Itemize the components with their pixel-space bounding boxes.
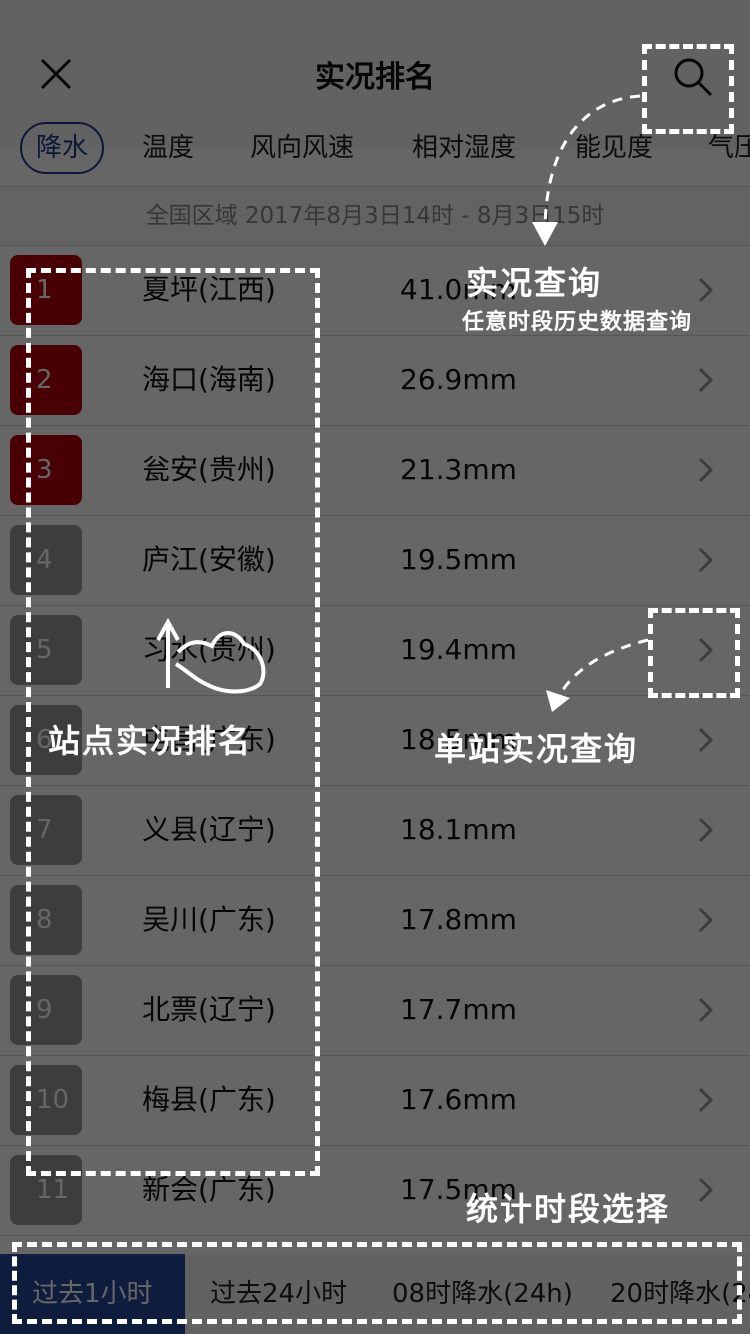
rank-badge: 10	[10, 1065, 82, 1135]
station-name: 海口(海南)	[142, 363, 276, 396]
rank-badge: 11	[10, 1155, 82, 1225]
table-row[interactable]: 1 夏坪(江西) 41.0mm	[0, 245, 750, 336]
time-range-label: 全国区域 2017年8月3日14时 - 8月3日15时	[0, 186, 750, 246]
precip-value: 19.4mm	[400, 633, 517, 666]
station-name: 习水(贵州)	[142, 633, 276, 666]
table-row[interactable]: 7 义县(辽宁) 18.1mm	[0, 785, 750, 876]
metric-tabs: 降水 温度 风向风速 相对湿度 能见度 气压	[0, 120, 750, 180]
station-name: 新会(广东)	[142, 1173, 276, 1206]
table-row[interactable]: 8 吴川(广东) 17.8mm	[0, 875, 750, 966]
table-row[interactable]: 9 北票(辽宁) 17.7mm	[0, 965, 750, 1056]
tab-temperature[interactable]: 温度	[142, 124, 194, 172]
precip-value: 26.9mm	[400, 363, 517, 396]
table-row[interactable]: 2 海口(海南) 26.9mm	[0, 335, 750, 426]
station-name: 庐江(安徽)	[142, 543, 276, 576]
precip-value: 41.0mm	[400, 273, 517, 306]
rank-badge: 2	[10, 345, 82, 415]
period-08h[interactable]: 08时降水(24h)	[392, 1254, 573, 1334]
search-icon[interactable]	[670, 54, 716, 100]
station-name: 义县(辽宁)	[142, 813, 276, 846]
rank-badge: 5	[10, 615, 82, 685]
station-name: 北票(辽宁)	[142, 993, 276, 1026]
rank-badge: 1	[10, 255, 82, 325]
precip-value: 17.6mm	[400, 1083, 517, 1116]
period-1h[interactable]: 过去1小时	[0, 1254, 185, 1334]
table-row[interactable]: 6 屯昌(广东) 18.5mm	[0, 695, 750, 786]
station-name: 夏坪(江西)	[142, 273, 276, 306]
tab-pressure[interactable]: 气压	[708, 124, 750, 172]
chevron-right-icon[interactable]	[696, 1085, 716, 1115]
rank-badge: 6	[10, 705, 82, 775]
chevron-right-icon[interactable]	[696, 275, 716, 305]
precip-value: 21.3mm	[400, 453, 517, 486]
table-row[interactable]: 3 瓮安(贵州) 21.3mm	[0, 425, 750, 516]
precip-value: 18.5mm	[400, 723, 517, 756]
period-20h[interactable]: 20时降水(24h)	[610, 1254, 750, 1334]
tab-humidity[interactable]: 相对湿度	[412, 124, 516, 172]
chevron-right-icon[interactable]	[696, 905, 716, 935]
precip-value: 17.5mm	[400, 1173, 517, 1206]
precip-value: 17.8mm	[400, 903, 517, 936]
rank-badge: 4	[10, 525, 82, 595]
precip-value: 18.1mm	[400, 813, 517, 846]
precip-value: 19.5mm	[400, 543, 517, 576]
chevron-right-icon[interactable]	[696, 725, 716, 755]
table-row[interactable]: 10 梅县(广东) 17.6mm	[0, 1055, 750, 1146]
chevron-right-icon[interactable]	[696, 365, 716, 395]
tab-wind[interactable]: 风向风速	[250, 124, 354, 172]
table-row[interactable]: 4 庐江(安徽) 19.5mm	[0, 515, 750, 606]
station-name: 吴川(广东)	[142, 903, 276, 936]
tab-visibility[interactable]: 能见度	[575, 124, 653, 172]
period-24h[interactable]: 过去24小时	[210, 1254, 347, 1334]
rank-badge: 8	[10, 885, 82, 955]
rank-badge: 9	[10, 975, 82, 1045]
page-title: 实况排名	[315, 60, 435, 95]
rank-badge: 7	[10, 795, 82, 865]
chevron-right-icon[interactable]	[696, 995, 716, 1025]
station-name: 瓮安(贵州)	[142, 453, 276, 486]
station-name: 屯昌(广东)	[142, 723, 276, 756]
table-row[interactable]: 5 习水(贵州) 19.4mm	[0, 605, 750, 696]
chevron-right-icon[interactable]	[696, 1175, 716, 1205]
precip-value: 17.7mm	[400, 993, 517, 1026]
station-name: 梅县(广东)	[142, 1083, 276, 1116]
header: 实况排名 降水 温度 风向风速 相对湿度 能见度 气压	[0, 0, 750, 174]
period-selector: 过去1小时 过去24小时 08时降水(24h) 20时降水(24h)	[0, 1254, 750, 1334]
table-row[interactable]: 11 新会(广东) 17.5mm	[0, 1145, 750, 1236]
chevron-right-icon[interactable]	[696, 455, 716, 485]
chevron-right-icon[interactable]	[696, 815, 716, 845]
chevron-right-icon[interactable]	[696, 635, 716, 665]
app-screen: 实况排名 降水 温度 风向风速 相对湿度 能见度 气压 全国区域 2017年8月…	[0, 0, 750, 1334]
chevron-right-icon[interactable]	[696, 545, 716, 575]
tab-precipitation[interactable]: 降水	[20, 122, 105, 174]
rank-badge: 3	[10, 435, 82, 505]
